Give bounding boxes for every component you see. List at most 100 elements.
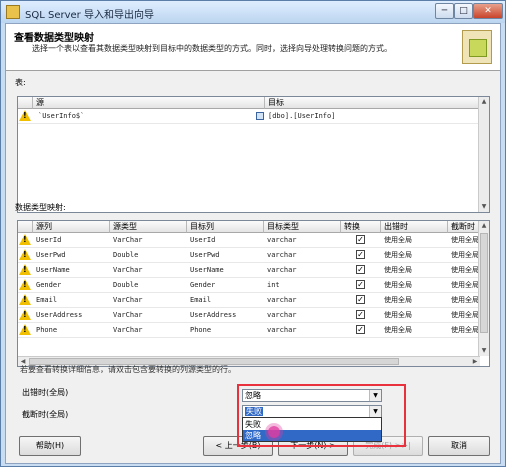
grid-header-on-truncation[interactable]: 截断时 [448, 221, 480, 233]
target-type-cell: int [267, 281, 280, 289]
wizard-graphic-icon [462, 30, 492, 64]
scroll-right-arrow-icon[interactable]: ▶ [470, 357, 480, 366]
table-icon [256, 112, 264, 120]
on-truncation-cell[interactable]: 使用全局 [451, 293, 479, 307]
table-row[interactable]: UserAddress VarChar UserAddress varchar … [18, 308, 489, 323]
table-source: `UserInfo$` [38, 112, 85, 120]
convert-checkbox[interactable]: ✓ [356, 325, 365, 334]
mapping-grid[interactable]: 源列 源类型 目标列 目标类型 转换 出错时 截断时 UserId VarCha… [17, 220, 490, 367]
source-column-cell: UserName [36, 266, 70, 274]
target-column-cell: Email [190, 296, 212, 304]
table-row[interactable]: UserId VarChar UserId varchar ✓ 使用全局 使用全… [18, 233, 489, 248]
table-row[interactable]: `UserInfo$` [dbo].[UserInfo] [18, 109, 489, 124]
source-column-cell: UserAddress [36, 311, 83, 319]
on-truncation-cell[interactable]: 使用全局 [451, 323, 479, 337]
close-button[interactable]: ✕ [473, 3, 503, 19]
grid-header-target-column[interactable]: 目标列 [187, 221, 264, 233]
table-row[interactable]: Phone VarChar Phone varchar ✓ 使用全局 使用全局 [18, 323, 489, 338]
warning-icon [19, 324, 31, 335]
grid-header-corner [18, 97, 33, 109]
source-type-cell: VarChar [113, 236, 143, 244]
wizard-window: SQL Server 导入和导出向导 ─ □ ✕ 查看数据类型映射 选择一个表以… [0, 0, 506, 467]
convert-checkbox[interactable]: ✓ [356, 265, 365, 274]
source-type-cell: Double [113, 281, 139, 289]
warning-icon [19, 294, 31, 305]
minimize-button[interactable]: ─ [435, 3, 454, 19]
help-button[interactable]: 帮助(H) [19, 436, 81, 456]
warning-icon [19, 264, 31, 275]
table-target: [dbo].[UserInfo] [268, 112, 336, 120]
cancel-button[interactable]: 取消 [428, 436, 490, 456]
source-type-cell: Double [113, 251, 139, 259]
target-column-cell: Phone [190, 326, 212, 334]
mouse-cursor-indicator [268, 426, 280, 438]
source-column-cell: Gender [36, 281, 62, 289]
warning-icon [19, 234, 31, 245]
window-title: SQL Server 导入和导出向导 [25, 10, 154, 21]
app-icon [6, 5, 20, 19]
scroll-up-arrow-icon[interactable]: ▲ [479, 221, 489, 231]
table-row[interactable]: Email VarChar Email varchar ✓ 使用全局 使用全局 [18, 293, 489, 308]
on-error-cell[interactable]: 使用全局 [384, 293, 412, 307]
table-row[interactable]: UserName VarChar UserName varchar ✓ 使用全局… [18, 263, 489, 278]
target-type-cell: varchar [267, 296, 297, 304]
source-type-cell: VarChar [113, 311, 143, 319]
on-error-cell[interactable]: 使用全局 [384, 323, 412, 337]
table-row[interactable]: UserPwd Double UserPwd varchar ✓ 使用全局 使用… [18, 248, 489, 263]
on-error-cell[interactable]: 使用全局 [384, 248, 412, 262]
warning-icon [19, 110, 31, 121]
tables-label: 表: [15, 78, 26, 87]
on-truncation-cell[interactable]: 使用全局 [451, 263, 479, 277]
source-type-cell: VarChar [113, 296, 143, 304]
scroll-down-arrow-icon[interactable]: ▼ [479, 346, 489, 356]
grid-header-corner [18, 221, 33, 233]
on-truncation-cell[interactable]: 使用全局 [451, 233, 479, 247]
on-error-cell[interactable]: 使用全局 [384, 263, 412, 277]
convert-checkbox[interactable]: ✓ [356, 295, 365, 304]
source-column-cell: Email [36, 296, 58, 304]
target-type-cell: varchar [267, 311, 297, 319]
grid-header-target-type[interactable]: 目标类型 [264, 221, 341, 233]
source-column-cell: UserPwd [36, 251, 66, 259]
title-bar[interactable]: SQL Server 导入和导出向导 ─ □ ✕ [1, 1, 505, 23]
convert-checkbox[interactable]: ✓ [356, 250, 365, 259]
target-type-cell: varchar [267, 236, 297, 244]
target-type-cell: varchar [267, 326, 297, 334]
table-row[interactable]: Gender Double Gender int ✓ 使用全局 使用全局 [18, 278, 489, 293]
on-truncation-cell[interactable]: 使用全局 [451, 278, 479, 292]
grid-header-source[interactable]: 源 [33, 97, 265, 109]
on-truncation-global-label: 截断时(全局) [22, 410, 69, 419]
tables-grid[interactable]: 源 目标 `UserInfo$` [dbo].[UserInfo] ▲ ▼ [17, 96, 490, 213]
source-type-cell: VarChar [113, 266, 143, 274]
page-description: 选择一个表以查看其数据类型映射到目标中的数据类型的方式。同时，选择向导处理转换问… [32, 44, 392, 53]
page-header: 查看数据类型映射 选择一个表以查看其数据类型映射到目标中的数据类型的方式。同时，… [6, 24, 500, 71]
target-column-cell: UserName [190, 266, 224, 274]
maximize-button[interactable]: □ [454, 3, 473, 19]
mapping-vertical-scrollbar[interactable]: ▲ ▼ [478, 221, 489, 356]
convert-checkbox[interactable]: ✓ [356, 310, 365, 319]
on-truncation-cell[interactable]: 使用全局 [451, 248, 479, 262]
target-type-cell: varchar [267, 251, 297, 259]
source-column-cell: UserId [36, 236, 62, 244]
grid-header-source-column[interactable]: 源列 [33, 221, 110, 233]
on-error-cell[interactable]: 使用全局 [384, 233, 412, 247]
target-column-cell: Gender [190, 281, 216, 289]
grid-header-source-type[interactable]: 源类型 [110, 221, 187, 233]
scroll-thumb[interactable] [480, 233, 488, 333]
page-title: 查看数据类型映射 [14, 33, 94, 44]
grid-header-on-error[interactable]: 出错时 [381, 221, 448, 233]
grid-header-convert[interactable]: 转换 [341, 221, 381, 233]
convert-checkbox[interactable]: ✓ [356, 235, 365, 244]
on-error-cell[interactable]: 使用全局 [384, 308, 412, 322]
mapping-label: 数据类型映射: [15, 203, 66, 212]
convert-checkbox[interactable]: ✓ [356, 280, 365, 289]
wizard-client-area: 查看数据类型映射 选择一个表以查看其数据类型映射到目标中的数据类型的方式。同时，… [5, 23, 501, 464]
scroll-up-arrow-icon[interactable]: ▲ [479, 97, 489, 107]
on-error-global-label: 出错时(全局) [22, 388, 69, 397]
hint-text: 若要查看转换详细信息，请双击包含要转换的列源类型的行。 [20, 365, 236, 374]
on-truncation-cell[interactable]: 使用全局 [451, 308, 479, 322]
tables-vertical-scrollbar[interactable]: ▲ ▼ [478, 97, 489, 212]
grid-header-target[interactable]: 目标 [265, 97, 480, 109]
scroll-down-arrow-icon[interactable]: ▼ [479, 202, 489, 212]
on-error-cell[interactable]: 使用全局 [384, 278, 412, 292]
